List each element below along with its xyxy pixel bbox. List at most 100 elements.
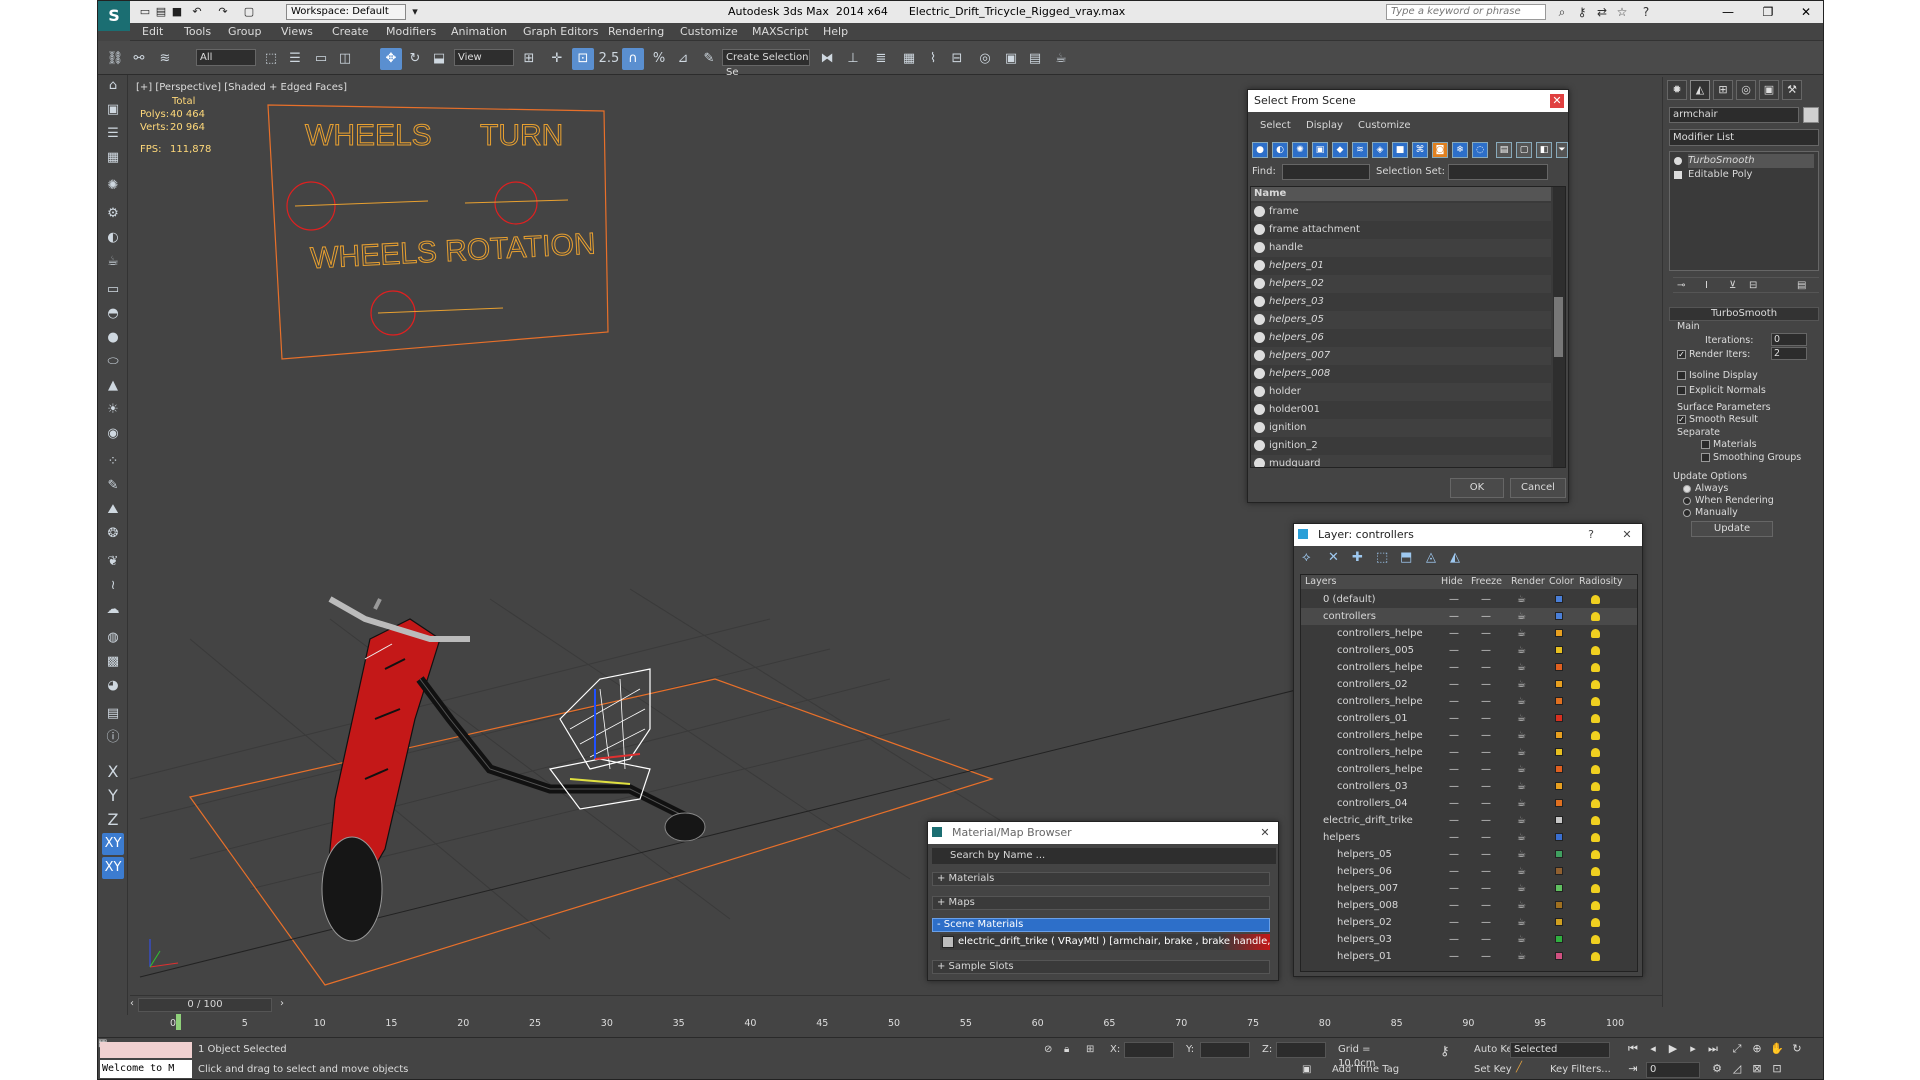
freeze-toggle[interactable]: —: [1481, 693, 1491, 710]
select-none-icon[interactable]: ▢: [1516, 142, 1532, 158]
object-list-row[interactable]: handle: [1251, 239, 1551, 257]
layer-name[interactable]: controllers_helpe: [1337, 744, 1423, 761]
layer-color-swatch[interactable]: [1555, 782, 1563, 790]
object-list-row[interactable]: helpers_008: [1251, 365, 1551, 383]
turbosmooth-rollout[interactable]: TurboSmooth: [1669, 307, 1819, 321]
layer-color-swatch[interactable]: [1555, 884, 1563, 892]
radiosity-bulb-icon[interactable]: [1591, 612, 1600, 621]
x-axis-icon[interactable]: X: [102, 761, 124, 783]
render-teapot-icon[interactable]: ☕: [1517, 846, 1526, 863]
radiosity-bulb-icon[interactable]: [1591, 901, 1600, 910]
keyboard-shortcut-icon[interactable]: ⊡: [572, 48, 594, 70]
key-filters-button[interactable]: Key Filters...: [1550, 1064, 1611, 1075]
layer-name[interactable]: controllers_02: [1337, 676, 1408, 693]
lock-selection-icon[interactable]: 🔒︎: [1064, 1044, 1069, 1055]
angle-snap-icon[interactable]: ∩: [622, 48, 644, 70]
key-mode-toggle-icon[interactable]: ⇥: [1624, 1060, 1642, 1078]
key-icon[interactable]: ⚷: [1440, 1044, 1450, 1059]
goto-end-icon[interactable]: ⏭: [1704, 1040, 1722, 1058]
layer-row[interactable]: controllers_03 — — ☕: [1301, 778, 1637, 795]
xy-plane-alt-icon[interactable]: XY: [102, 857, 124, 879]
y-coordinate[interactable]: [1200, 1042, 1250, 1058]
zoom-extents-icon[interactable]: ⤢: [1728, 1040, 1746, 1058]
close-icon[interactable]: ✕: [1620, 528, 1634, 542]
materials-checkbox[interactable]: [1701, 440, 1710, 449]
freeze-toggle[interactable]: —: [1481, 761, 1491, 778]
edit-named-sel-icon[interactable]: ✎: [698, 48, 720, 70]
object-list-row[interactable]: frame: [1251, 203, 1551, 221]
percent-snap-icon[interactable]: %: [648, 48, 670, 70]
invert-selection-icon[interactable]: ◧: [1536, 142, 1552, 158]
select-objects-icon[interactable]: ⬚: [1376, 550, 1388, 565]
layer-name[interactable]: controllers_03: [1337, 778, 1408, 795]
layer-color-swatch[interactable]: [1555, 629, 1563, 637]
layer-color-swatch[interactable]: [1555, 833, 1563, 841]
layer-manager-icon[interactable]: ≣: [870, 48, 892, 70]
minimize-button[interactable]: —: [1708, 1, 1748, 23]
unlink-icon[interactable]: ⚯: [128, 48, 150, 70]
layer-color-swatch[interactable]: [1555, 748, 1563, 756]
freeze-column-header[interactable]: Freeze: [1471, 575, 1502, 589]
render-teapot-icon[interactable]: ☕: [1517, 710, 1526, 727]
layer-color-swatch[interactable]: [1555, 935, 1563, 943]
hide-toggle[interactable]: —: [1449, 863, 1459, 880]
create-layer-icon[interactable]: ⟡: [1302, 550, 1311, 565]
render-teapot-icon[interactable]: ☕: [1517, 761, 1526, 778]
remove-modifier-icon[interactable]: ⊟: [1749, 280, 1757, 291]
align-icon[interactable]: ⊥: [842, 48, 864, 70]
render-teapot-icon[interactable]: ☕: [1517, 727, 1526, 744]
binoculars-icon[interactable]: ⌕: [1554, 4, 1570, 20]
menu-maxscript[interactable]: MAXScript: [752, 25, 808, 38]
layer-color-swatch[interactable]: [1555, 595, 1563, 603]
hide-toggle[interactable]: —: [1449, 710, 1459, 727]
select-all-icon[interactable]: ▤: [1496, 142, 1512, 158]
light-filter-icon[interactable]: ✺: [1292, 142, 1308, 158]
next-key-icon[interactable]: ▸: [1684, 1040, 1702, 1058]
render-teapot-icon[interactable]: ☕: [1517, 880, 1526, 897]
layer-color-swatch[interactable]: [1555, 850, 1563, 858]
freeze-toggle[interactable]: —: [1481, 727, 1491, 744]
object-list-row[interactable]: helpers_007: [1251, 347, 1551, 365]
add-to-layer-icon[interactable]: ✚: [1352, 550, 1363, 565]
maps-group[interactable]: + Maps: [932, 896, 1270, 910]
select-by-name-icon[interactable]: ☰: [284, 48, 306, 70]
menu-edit[interactable]: Edit: [142, 25, 163, 38]
plane-icon[interactable]: ⬭: [102, 351, 124, 373]
shape-filter-icon[interactable]: ◐: [1272, 142, 1288, 158]
layer-name[interactable]: helpers_06: [1337, 863, 1392, 880]
object-list-row[interactable]: ignition: [1251, 419, 1551, 437]
search-input[interactable]: Type a keyword or phrase: [1386, 4, 1546, 20]
layer-name[interactable]: controllers_04: [1337, 795, 1408, 812]
render-teapot-icon[interactable]: ☕: [1517, 744, 1526, 761]
select-move-icon[interactable]: ✥: [380, 48, 402, 70]
render-frame-icon[interactable]: ▤: [1024, 48, 1046, 70]
container-filter-icon[interactable]: ◙: [1432, 142, 1448, 158]
layer-row[interactable]: controllers — — ☕: [1301, 608, 1637, 625]
layer-name[interactable]: helpers_007: [1337, 880, 1398, 897]
layer-color-swatch[interactable]: [1555, 663, 1563, 671]
hide-toggle[interactable]: —: [1449, 676, 1459, 693]
tab-customize[interactable]: Customize: [1358, 120, 1411, 131]
radiosity-bulb-icon[interactable]: [1591, 595, 1600, 604]
spinner-snap-icon[interactable]: ⊿: [672, 48, 694, 70]
freeze-toggle[interactable]: —: [1481, 608, 1491, 625]
bulb-icon[interactable]: [1674, 157, 1682, 165]
update-button[interactable]: Update: [1691, 521, 1773, 537]
hide-toggle[interactable]: —: [1449, 846, 1459, 863]
half-sphere-icon[interactable]: ◓: [102, 303, 124, 325]
menu-animation[interactable]: Animation: [451, 25, 507, 38]
transform-mode-icon[interactable]: ⊞: [1086, 1044, 1094, 1055]
hide-toggle[interactable]: —: [1449, 931, 1459, 948]
camera-icon[interactable]: ▩: [102, 651, 124, 673]
link-icon[interactable]: ⛓: [104, 48, 126, 70]
clipboard-icon[interactable]: ▤: [102, 703, 124, 725]
walkthrough-icon[interactable]: ⊠: [1748, 1060, 1766, 1078]
layer-color-swatch[interactable]: [1555, 646, 1563, 654]
layer-color-swatch[interactable]: [1555, 765, 1563, 773]
explicit-normals-checkbox[interactable]: [1677, 386, 1686, 395]
render-teapot-icon[interactable]: ☕: [1517, 659, 1526, 676]
always-radio[interactable]: [1683, 485, 1691, 493]
set-key-button[interactable]: Set Key: [1474, 1064, 1512, 1075]
unique-icon[interactable]: ⊻: [1729, 280, 1736, 291]
hide-toggle[interactable]: —: [1449, 795, 1459, 812]
